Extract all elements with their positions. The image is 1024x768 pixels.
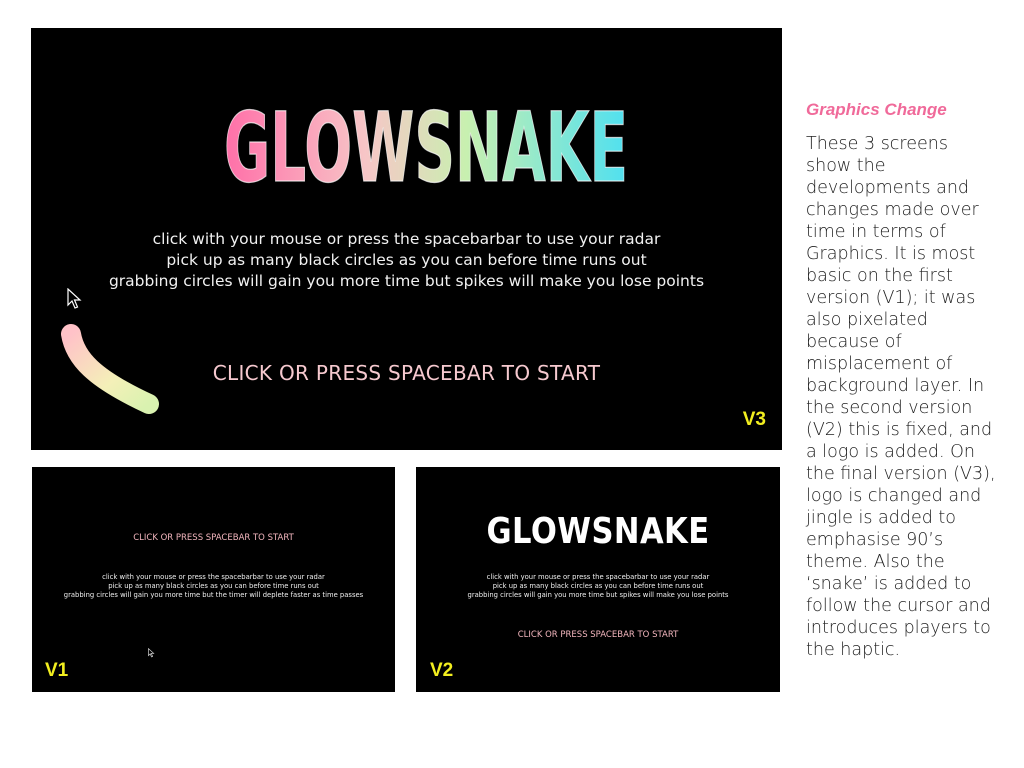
start-prompt[interactable]: CLICK OR PRESS SPACEBAR TO START [32, 533, 395, 543]
version-label: V2 [430, 660, 454, 681]
side-body-line: because of [806, 332, 902, 352]
side-body-line: a logo is added. On [806, 442, 975, 462]
side-body-line: show the [806, 156, 886, 176]
instruction-line: pick up as many black circles as you can… [166, 251, 647, 269]
side-body-line: background layer. In [806, 376, 985, 396]
side-body-line: version (V1); it was [806, 288, 976, 308]
instruction-line: pick up as many black circles as you can… [108, 582, 319, 590]
instruction-line: grabbing circles will gain you more time… [108, 272, 705, 290]
side-body-line: These 3 screens [806, 134, 948, 154]
side-body-line: Graphics. It is most [806, 244, 976, 264]
v2-instructions: click with your mouse or press the space… [416, 573, 780, 600]
side-body-line: misplacement of [806, 354, 953, 374]
v1-instructions: click with your mouse or press the space… [32, 573, 395, 600]
side-body-line: also pixelated [806, 310, 928, 330]
side-body-line: basic on the first [806, 266, 953, 286]
side-body-line: follow the cursor and [806, 596, 991, 616]
v3-screen: GLOWSNAKE click with your mouse or press… [31, 28, 782, 450]
v3-instructions: click with your mouse or press the space… [31, 229, 782, 292]
version-label: V1 [45, 660, 69, 681]
side-body-line: jingle is added to [806, 508, 956, 528]
side-description: Graphics Change These 3 screens show the d… [806, 100, 1006, 661]
v3-logo-text: GLOWSNAKE [224, 93, 628, 193]
instruction-line: grabbing circles will gain you more time… [467, 591, 729, 599]
side-body-line: logo is changed and [806, 486, 982, 506]
version-label: V3 [742, 409, 766, 430]
start-prompt[interactable]: CLICK OR PRESS SPACEBAR TO START [31, 361, 782, 385]
side-title: Graphics Change [806, 100, 947, 119]
side-body-line: time in terms of [806, 222, 946, 242]
side-body-line: the final version (V3), [806, 464, 996, 484]
side-body-line: introduces players to [806, 618, 991, 638]
instruction-line: click with your mouse or press the space… [486, 573, 710, 581]
instruction-line: pick up as many black circles as you can… [492, 582, 704, 590]
start-prompt[interactable]: CLICK OR PRESS SPACEBAR TO START [416, 630, 780, 640]
instruction-line: click with your mouse or press the space… [102, 573, 325, 581]
side-body: These 3 screens show the developments and c… [806, 133, 1006, 661]
instruction-line: grabbing circles will gain you more time… [63, 591, 364, 599]
side-body-line: the second version [806, 398, 973, 418]
instruction-line: click with your mouse or press the space… [152, 230, 661, 248]
glowsnake-logo-v2: GLOWSNAKE [486, 511, 710, 552]
side-body-line: (V2) this is fixed, and [806, 420, 993, 440]
side-body-line: emphasise 90’s [806, 530, 944, 550]
side-body-line: changes made over [806, 200, 979, 220]
glowsnake-logo-v3: GLOWSNAKE [223, 93, 628, 193]
side-body-line: ‘snake’ is added to [806, 574, 972, 594]
mouse-cursor-icon [67, 288, 82, 309]
side-body-line: developments and [806, 178, 970, 198]
v1-screen: CLICK OR PRESS SPACEBAR TO START click w… [32, 467, 395, 692]
side-body-line: theme. Also the [806, 552, 945, 572]
mouse-cursor-icon [148, 648, 155, 658]
side-body-line: the haptic. [806, 640, 901, 660]
v2-screen: GLOWSNAKE click with your mouse or press… [416, 467, 780, 692]
